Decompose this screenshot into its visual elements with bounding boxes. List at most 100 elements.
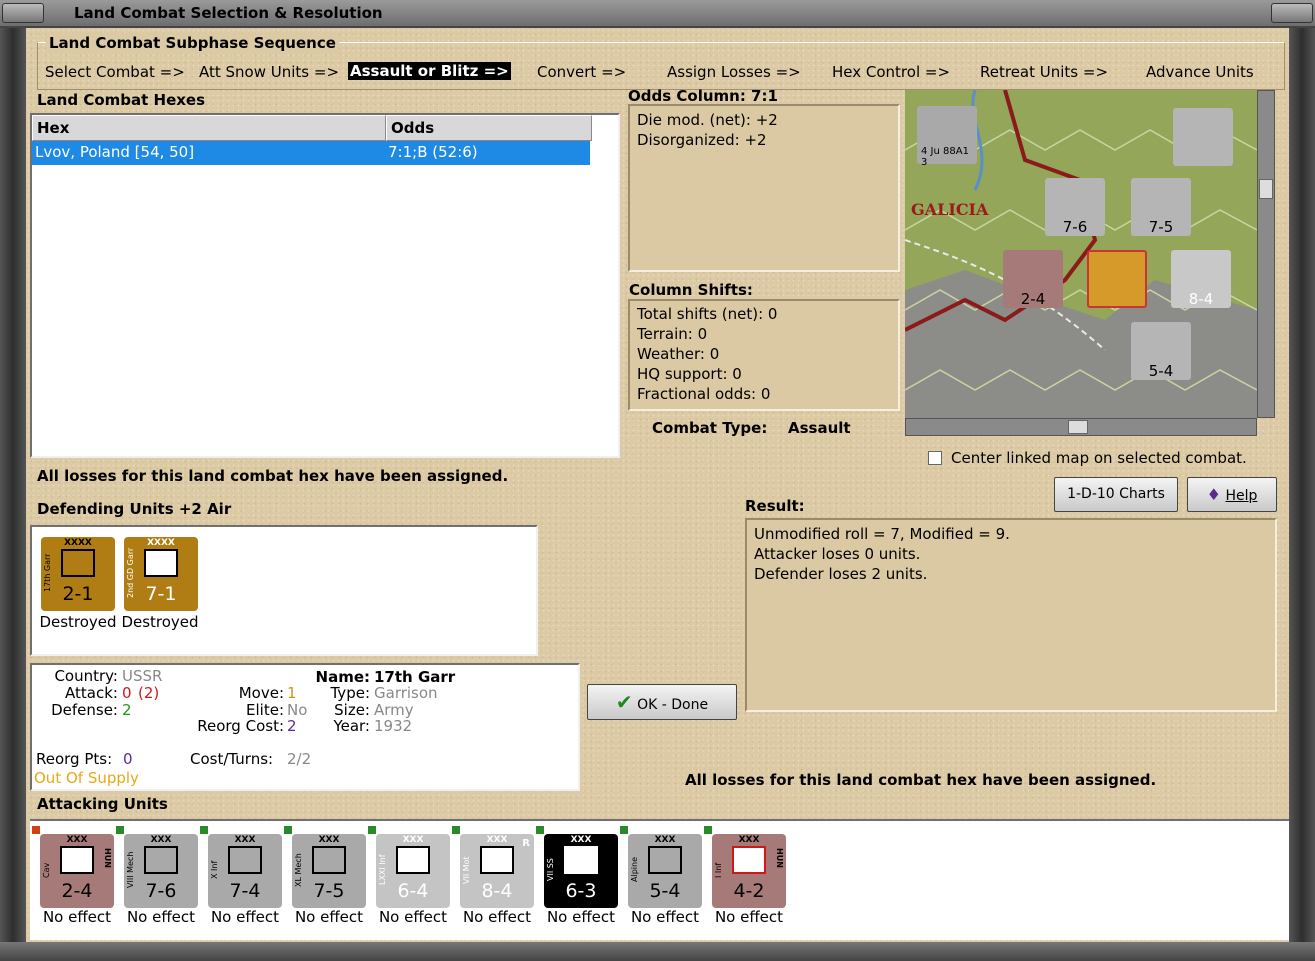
- marker-icon: [536, 826, 544, 834]
- unit-strength: 7-1: [145, 583, 177, 605]
- column-header-odds[interactable]: Odds: [386, 115, 592, 141]
- unit-nation: HUN: [103, 848, 112, 868]
- attacker-counter-viii-mech[interactable]: XXX VIII Mech 7-6: [116, 826, 198, 908]
- reorg-pts-value: 0: [123, 750, 133, 768]
- infantry-symbol-icon: [396, 846, 430, 874]
- combat-type-value: Assault: [788, 419, 851, 437]
- left-border: [0, 28, 26, 942]
- center-map-checkbox[interactable]: [928, 451, 942, 465]
- cost-turns-value: 2/2: [287, 750, 312, 768]
- result-defender: Defender loses 2 units.: [754, 565, 928, 583]
- country-value: USSR: [122, 667, 163, 685]
- reorg-pts-label: Reorg Pts:: [36, 750, 113, 768]
- defender-counter-17th-garr[interactable]: XXXX 17th Garr 2-1: [41, 537, 115, 611]
- hexes-table: Hex Odds Lvov, Poland [54, 50] 7:1;B (52…: [30, 113, 620, 458]
- unit-strength: 7-4: [229, 880, 261, 902]
- defender-counter-2nd-gd-garr[interactable]: XXXX 2nd GD Garr 7-1: [124, 537, 198, 611]
- marker-icon: [32, 826, 40, 834]
- odds-panel: Die mod. (net): +2 Disorganized: +2: [628, 104, 900, 272]
- combat-type-label: Combat Type:: [652, 419, 768, 437]
- attacker-status: No effect: [126, 908, 196, 926]
- attacker-status: No effect: [630, 908, 700, 926]
- attacker-counter-i-inf-hun[interactable]: XXX I Inf HUN 4-2: [704, 826, 786, 908]
- marker-icon: [452, 826, 460, 834]
- center-map-label: Center linked map on selected combat.: [951, 449, 1247, 467]
- unit-info-panel: Country: USSR Attack: 0 (2) Defense: 2 M…: [30, 663, 580, 791]
- unit-strength: 7-6: [145, 880, 177, 902]
- ok-done-button[interactable]: ✔ OK - Done: [587, 684, 737, 720]
- unit-strength: 6-3: [565, 880, 597, 902]
- map-combat-hex[interactable]: [1087, 250, 1147, 308]
- map-hscroll-thumb[interactable]: [1068, 420, 1088, 434]
- window-title: Land Combat Selection & Resolution: [74, 4, 383, 22]
- attacker-status: No effect: [546, 908, 616, 926]
- title-bar: Land Combat Selection & Resolution: [0, 0, 1315, 28]
- attacker-counter-xl-mech[interactable]: XXX XL Mech 7-5: [284, 826, 366, 908]
- shifts-panel: Total shifts (net): 0 Terrain: 0 Weather…: [628, 299, 900, 411]
- table-row[interactable]: Lvov, Poland [54, 50] 7:1;B (52:6): [32, 141, 590, 165]
- result-status: All losses for this land combat hex have…: [685, 771, 1157, 789]
- bottom-border: [0, 942, 1315, 961]
- map-vscrollbar[interactable]: [1257, 90, 1275, 418]
- attacker-status: No effect: [462, 908, 532, 926]
- attackers-title: Attacking Units: [37, 795, 168, 813]
- map-counter-2-4[interactable]: 2-4: [1003, 250, 1063, 308]
- attackers-panel: XXX Cav HUN 2-4 No effect XXX VIII Mech …: [30, 819, 1289, 940]
- charts-button[interactable]: 1-D-10 Charts: [1054, 477, 1178, 512]
- map-counter-7-6[interactable]: 7-6: [1045, 178, 1105, 236]
- unit-strength: 7-5: [313, 880, 345, 902]
- year-label: Year:: [333, 717, 370, 735]
- map-region-label: GALICIA: [911, 200, 989, 219]
- attacker-counter-vii-mot[interactable]: XXX VII Mot R 8-4: [452, 826, 534, 908]
- defender-status: Destroyed: [121, 613, 199, 631]
- seq-step-hex-control: Hex Control =>: [832, 63, 951, 81]
- seq-step-assault-blitz: Assault or Blitz =>: [348, 62, 511, 80]
- attacker-counter-x-inf[interactable]: XXX X Inf 7-4: [200, 826, 282, 908]
- help-button[interactable]: ♦ Help: [1187, 477, 1277, 512]
- cavalry-symbol-icon: [60, 846, 94, 874]
- move-label: Move:: [238, 684, 284, 702]
- marker-icon: [200, 826, 208, 834]
- seq-step-advance: Advance Units: [1146, 63, 1254, 81]
- map-hq-counter[interactable]: [1173, 108, 1233, 166]
- marker-icon: [284, 826, 292, 834]
- column-header-hex[interactable]: Hex: [32, 115, 386, 141]
- unit-strength: 2-1: [62, 583, 94, 605]
- attacker-counter-cav-hun[interactable]: XXX Cav HUN 2-4: [32, 826, 114, 908]
- unit-strength: 5-4: [649, 880, 681, 902]
- close-button[interactable]: [1271, 3, 1313, 23]
- year-value: 1932: [374, 717, 413, 735]
- seq-step-retreat: Retreat Units =>: [980, 63, 1109, 81]
- shift-weather: Weather: 0: [637, 345, 720, 363]
- marker-icon: [116, 826, 124, 834]
- unit-strength: 2-4: [61, 880, 93, 902]
- window-menu-button[interactable]: [2, 3, 44, 23]
- map-vscroll-thumb[interactable]: [1259, 179, 1273, 199]
- shift-fractional: Fractional odds: 0: [637, 385, 771, 403]
- seq-step-select-combat: Select Combat =>: [45, 63, 185, 81]
- mech-symbol-icon: [312, 846, 346, 874]
- seq-step-convert: Convert =>: [537, 63, 627, 81]
- defender-status: Destroyed: [39, 613, 117, 631]
- map-counter-8-4[interactable]: 8-4: [1171, 250, 1231, 308]
- map-counter-7-5[interactable]: 7-5: [1131, 178, 1191, 236]
- attacker-counter-alpine[interactable]: XXX Alpine 5-4: [620, 826, 702, 908]
- attacker-counter-lxxi-inf[interactable]: XXX LXXI Inf 6-4: [368, 826, 450, 908]
- hexes-status: All losses for this land combat hex have…: [37, 467, 509, 485]
- attack-alt-value: (2): [138, 684, 160, 702]
- garrison-symbol-icon: [144, 549, 178, 577]
- odds-title: Odds Column: 7:1: [628, 87, 778, 105]
- map-air-counter[interactable]: 4 Ju 88A1 3: [917, 106, 977, 168]
- result-title: Result:: [745, 497, 805, 515]
- attacker-counter-vii-ss[interactable]: XXX VII SS 6-3: [536, 826, 618, 908]
- map-counter-5-4[interactable]: 5-4: [1131, 322, 1191, 380]
- attacker-status: No effect: [294, 908, 364, 926]
- cost-turns-label: Cost/Turns:: [190, 750, 274, 768]
- supply-status: Out Of Supply: [34, 769, 139, 787]
- result-roll: Unmodified roll = 7, Modified = 9.: [754, 525, 1010, 543]
- linked-map[interactable]: GALICIA 4 Ju 88A1 3 7-6 7-5 2-4 8-4 5-4: [905, 90, 1257, 418]
- seq-step-att-snow: Att Snow Units =>: [199, 63, 340, 81]
- shift-total: Total shifts (net): 0: [637, 305, 778, 323]
- map-hscrollbar[interactable]: [905, 418, 1257, 436]
- mech-symbol-icon: [144, 846, 178, 874]
